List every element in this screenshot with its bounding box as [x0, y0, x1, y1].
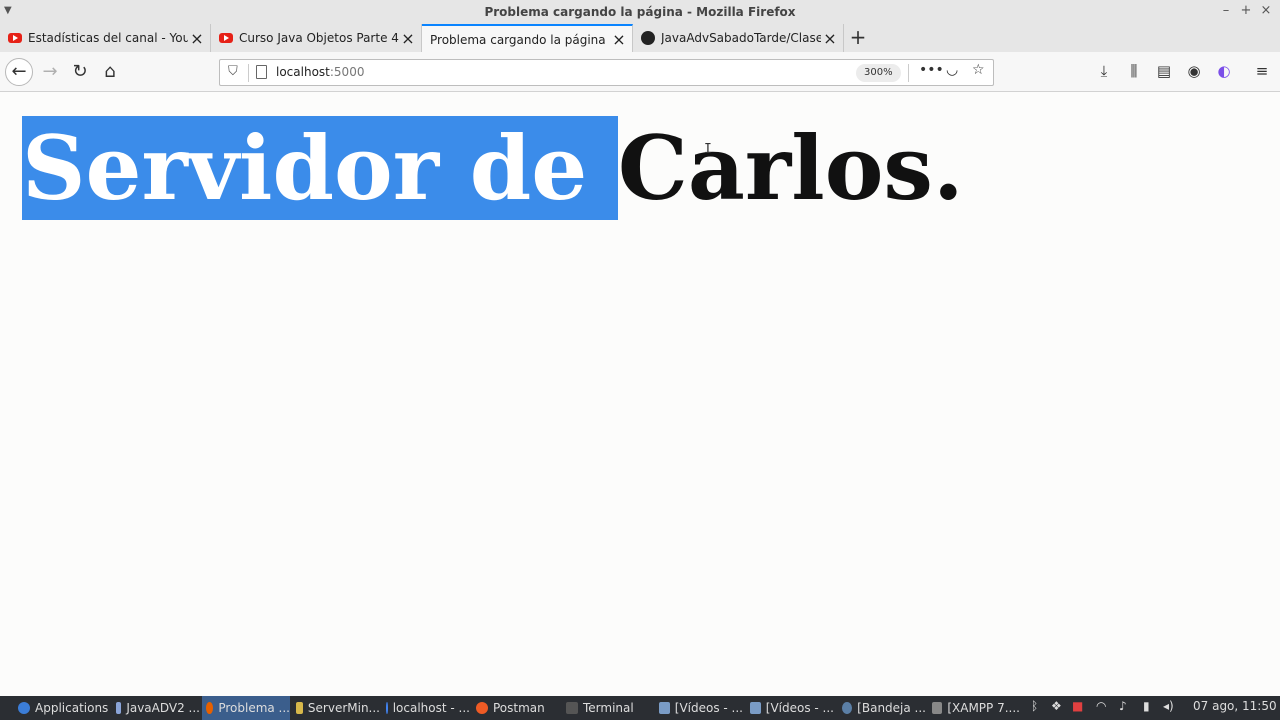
- taskbar-item-label: [Bandeja ...: [857, 701, 926, 715]
- taskbar-item[interactable]: Terminal: [562, 696, 650, 720]
- firefox-icon: [206, 702, 214, 714]
- taskbar-item-label: Problema ...: [218, 701, 290, 715]
- applications-label: Applications: [35, 701, 109, 715]
- selected-text: Servidor de: [22, 116, 618, 220]
- page-heading: Servidor de Carlos.: [22, 115, 964, 222]
- window-icon: [932, 702, 943, 714]
- window-controls: – + ×: [1216, 3, 1276, 18]
- url-port: :5000: [329, 65, 365, 79]
- close-tab-icon[interactable]: ×: [399, 29, 417, 48]
- taskbar-item-label: ServerMin...: [307, 701, 380, 715]
- url-host: localhost: [276, 65, 330, 79]
- page-info-icon[interactable]: [256, 65, 267, 79]
- applications-menu-button[interactable]: Applications: [6, 696, 110, 720]
- taskbar-item-firefox[interactable]: Problema ...: [202, 696, 290, 720]
- zoom-level-badge[interactable]: 300%: [856, 64, 901, 82]
- app-icon: [296, 702, 303, 714]
- taskbar-item-label: localhost - ...: [392, 701, 470, 715]
- taskbar-item-label: [Vídeos - ...: [674, 701, 743, 715]
- battery-icon[interactable]: ▮: [1143, 699, 1150, 713]
- taskbar-item-label: Terminal: [583, 701, 634, 715]
- minimize-button[interactable]: –: [1216, 3, 1236, 18]
- taskbar-item[interactable]: [Vídeos - ...: [655, 696, 743, 720]
- applications-icon: [18, 702, 30, 714]
- wifi-icon[interactable]: ◠: [1096, 699, 1106, 713]
- reload-button[interactable]: ↻: [67, 59, 93, 85]
- taskbar-item[interactable]: Postman: [472, 696, 560, 720]
- taskbar-item-label: Postman: [493, 701, 545, 715]
- terminal-icon: [566, 702, 578, 714]
- close-tab-icon[interactable]: ×: [188, 29, 206, 48]
- volume-icon[interactable]: ◂): [1163, 699, 1174, 713]
- account-icon[interactable]: ◉: [1183, 62, 1205, 80]
- record-icon[interactable]: ■: [1072, 699, 1083, 713]
- hamburger-menu-icon[interactable]: ≡: [1251, 62, 1273, 80]
- navigation-toolbar: ← → ↻ ⌂ ⛉ localhost:5000 300% ••• ◡ ☆ ⤓ …: [0, 52, 1280, 92]
- divider: [248, 64, 249, 82]
- tab-label: Estadísticas del canal - YouTu: [28, 31, 188, 45]
- taskbar-item[interactable]: ServerMin...: [292, 696, 380, 720]
- github-icon: [641, 31, 655, 45]
- tab-label: Problema cargando la página: [430, 32, 606, 47]
- mail-icon: [842, 702, 853, 714]
- file-manager-icon: [750, 702, 761, 714]
- clock[interactable]: 07 ago, 11:50: [1193, 699, 1277, 713]
- text-cursor-icon: I: [704, 142, 712, 157]
- tab-label: Curso Java Objetos Parte 4 - Y: [239, 31, 399, 45]
- window-title: Problema cargando la página - Mozilla Fi…: [484, 5, 796, 19]
- taskbar-item[interactable]: localhost - ...: [382, 696, 470, 720]
- app-icon: [116, 702, 122, 714]
- taskbar-item-label: [Vídeos - ...: [765, 701, 834, 715]
- downloads-icon[interactable]: ⤓: [1093, 62, 1115, 80]
- taskbar-item[interactable]: JavaADV2 ...: [112, 696, 200, 720]
- window-menu-icon[interactable]: ▼: [4, 5, 12, 16]
- taskbar-item-label: JavaADV2 ...: [126, 701, 200, 715]
- taskbar-item[interactable]: [XAMPP 7....: [928, 696, 1020, 720]
- tab-strip: Estadísticas del canal - YouTu × Curso J…: [0, 24, 1280, 53]
- url-text[interactable]: localhost:5000: [276, 65, 364, 79]
- maximize-button[interactable]: +: [1236, 3, 1256, 18]
- heading-text: Carlos.: [617, 116, 964, 220]
- tab-youtube-stats[interactable]: Estadísticas del canal - YouTu ×: [0, 24, 211, 52]
- file-manager-icon: [659, 702, 670, 714]
- os-taskbar: Applications JavaADV2 ... Problema ... S…: [0, 696, 1280, 720]
- taskbar-item[interactable]: [Bandeja ...: [838, 696, 926, 720]
- pocket-icon[interactable]: ◡: [946, 62, 958, 78]
- youtube-icon: [219, 33, 233, 43]
- divider: [908, 64, 909, 82]
- notifications-icon[interactable]: ♪: [1119, 699, 1127, 713]
- postman-icon: [476, 702, 488, 714]
- dropbox-icon[interactable]: ❖: [1051, 699, 1062, 713]
- bookmark-star-icon[interactable]: ☆: [972, 62, 985, 78]
- page-actions-icon[interactable]: •••: [919, 62, 944, 78]
- new-tab-button[interactable]: +: [846, 26, 870, 50]
- tab-curso-java[interactable]: Curso Java Objetos Parte 4 - Y ×: [211, 24, 422, 52]
- sidebar-icon[interactable]: ▤: [1153, 62, 1175, 80]
- extension-icon[interactable]: ◐: [1213, 62, 1235, 80]
- close-tab-icon[interactable]: ×: [821, 29, 839, 48]
- tab-label: JavaAdvSabadoTarde/Clase03: [661, 31, 821, 45]
- back-button[interactable]: ←: [5, 58, 33, 86]
- tab-problema-cargando[interactable]: Problema cargando la página ×: [422, 24, 633, 53]
- bluetooth-icon[interactable]: ᛒ: [1031, 699, 1038, 713]
- youtube-icon: [8, 33, 22, 43]
- page-content: Servidor de Carlos.: [0, 92, 1280, 696]
- address-bar[interactable]: ⛉ localhost:5000 300% ••• ◡ ☆: [219, 59, 994, 86]
- close-tab-icon[interactable]: ×: [610, 30, 628, 49]
- home-button[interactable]: ⌂: [97, 59, 123, 85]
- library-icon[interactable]: ⫼: [1123, 62, 1145, 80]
- tracking-shield-icon[interactable]: ⛉: [228, 64, 238, 79]
- tab-github-repo[interactable]: JavaAdvSabadoTarde/Clase03 ×: [633, 24, 844, 52]
- forward-button[interactable]: →: [37, 59, 63, 85]
- chrome-icon: [386, 702, 388, 714]
- taskbar-item[interactable]: [Vídeos - ...: [746, 696, 834, 720]
- window-titlebar: ▼ Problema cargando la página - Mozilla …: [0, 0, 1280, 24]
- close-window-button[interactable]: ×: [1256, 3, 1276, 18]
- taskbar-item-label: [XAMPP 7....: [947, 701, 1020, 715]
